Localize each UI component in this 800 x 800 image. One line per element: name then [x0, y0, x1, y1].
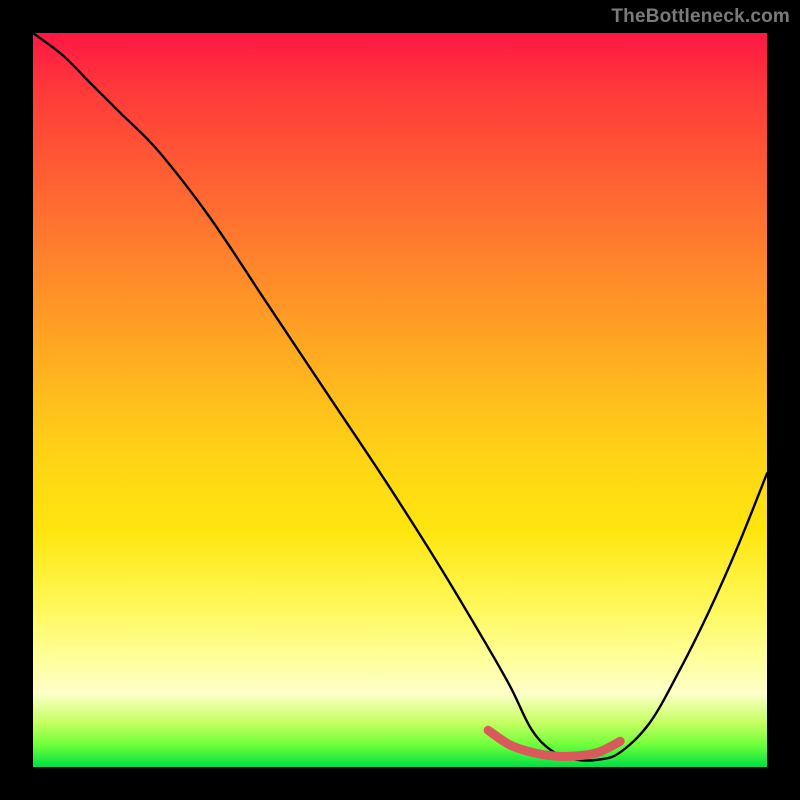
bottleneck-curve-path — [33, 33, 767, 761]
watermark-label: TheBottleneck.com — [611, 6, 790, 28]
chart-svg — [33, 33, 767, 767]
chart-frame: TheBottleneck.com — [0, 0, 800, 800]
plot-area — [33, 33, 767, 767]
optimal-region-path — [488, 730, 620, 756]
